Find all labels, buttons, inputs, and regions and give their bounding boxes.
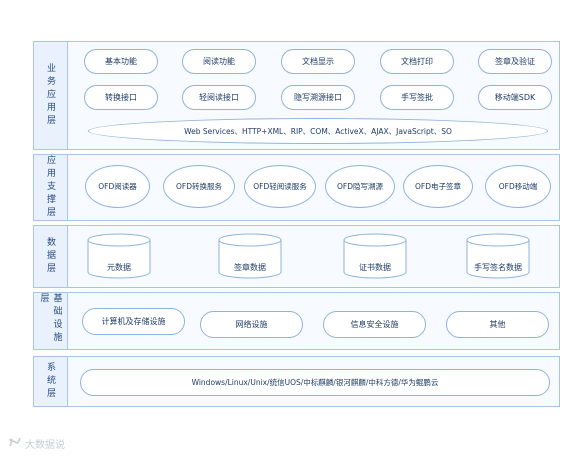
support-item-convert-service: OFD转换服务 [163, 165, 235, 208]
business-item-convert-api: 转换接口 [84, 85, 158, 110]
data-store-handwriting: 手写签名数据 [466, 233, 530, 279]
business-item-signature: 签章及验证 [478, 49, 552, 74]
system-platforms: Windows/Linux/Unix/统信UOS/中标麒麟/银河麒麟/中科方德/… [80, 369, 550, 396]
support-item-trace: OFD隐写溯源 [325, 165, 395, 208]
infra-item-other: 其他 [446, 311, 549, 338]
data-store-metadata: 元数据 [87, 233, 151, 279]
business-item-print: 文档打印 [380, 49, 454, 74]
data-store-certificate: 证书数据 [343, 233, 407, 279]
layer-label-business: 业务应用层 [34, 42, 68, 149]
data-store-signature: 签章数据 [218, 233, 282, 279]
watermark: 大数据说 [8, 436, 65, 451]
business-item-reading: 阅读功能 [182, 49, 256, 74]
logo-icon [8, 437, 22, 451]
infra-item-network: 网络设施 [200, 311, 303, 338]
business-interfaces: Web Services、HTTP+XML、RIP、COM、ActiveX、AJ… [88, 118, 548, 144]
business-item-handwriting: 手写签批 [380, 85, 454, 110]
layer-label-data: 数据层 [34, 226, 68, 287]
layer-label-support: 应用支撑层 [34, 155, 68, 220]
business-item-light-read-api: 轻阅读接口 [182, 85, 256, 110]
business-item-basic: 基本功能 [84, 49, 158, 74]
data-store-label: 签章数据 [234, 263, 266, 272]
support-item-reader: OFD阅读器 [85, 165, 150, 208]
layer-label-system: 系统层 [34, 357, 68, 406]
business-item-mobile-sdk: 移动端SDK [478, 85, 552, 110]
watermark-text: 大数据说 [25, 440, 65, 451]
data-store-label: 元数据 [107, 263, 131, 272]
support-item-mobile: OFD移动端 [485, 165, 551, 208]
support-item-light-read-service: OFD轻阅读服务 [244, 165, 316, 208]
layer-label-infra: 基础设施层 [34, 293, 68, 349]
infra-item-compute-storage: 计算机及存储设施 [82, 308, 185, 335]
business-item-trace-api: 隐写溯源接口 [281, 85, 355, 110]
infra-item-security: 信息安全设施 [323, 311, 426, 338]
support-item-esign: OFD电子签章 [403, 165, 473, 208]
data-store-label: 证书数据 [359, 263, 391, 272]
data-store-label: 手写签名数据 [474, 263, 522, 272]
business-item-display: 文档显示 [281, 49, 355, 74]
